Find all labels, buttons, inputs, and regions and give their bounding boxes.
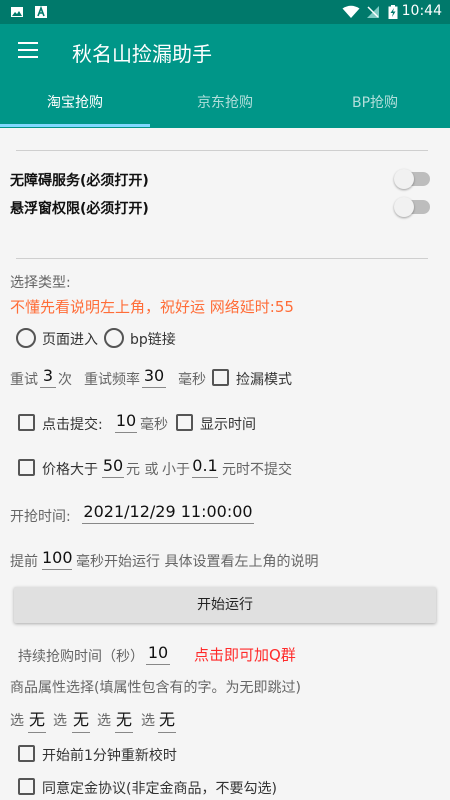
divider — [16, 150, 428, 151]
overlay-label: 悬浮窗权限(必须打开) — [10, 201, 149, 217]
duration-input[interactable]: 10 — [146, 643, 170, 665]
main-content: 无障碍服务(必须打开) 悬浮窗权限(必须打开) 选择类型: 不懂先看说明左上角，… — [0, 128, 450, 800]
retry-label: 重试 — [10, 372, 38, 388]
deposit-label: 同意定金协议(非定金商品，不要勾选) — [42, 781, 277, 797]
recalibrate-checkbox[interactable] — [18, 745, 35, 762]
menu-icon[interactable] — [18, 42, 38, 60]
price-min-input[interactable]: 50 — [102, 456, 124, 478]
accessibility-label: 无障碍服务(必须打开) — [10, 173, 149, 189]
qq-group-link[interactable]: 点击即可加Q群 — [194, 644, 296, 665]
divider — [16, 258, 428, 259]
status-bar: 10:44 — [0, 0, 450, 24]
retry-freq-input[interactable]: 30 — [142, 366, 166, 388]
tab-bar: 淘宝抢购 京东抢购 BP抢购 — [0, 80, 450, 128]
price-less-label: 小于 — [162, 462, 190, 478]
attribute-prefix: 选 — [141, 713, 155, 729]
app-title: 秋名山捡漏助手 — [72, 42, 212, 66]
deposit-checkbox[interactable] — [18, 778, 35, 795]
radio-page-entry[interactable] — [16, 328, 36, 348]
radio-page-entry-label: 页面进入 — [42, 332, 98, 348]
overlay-switch[interactable] — [394, 197, 430, 217]
price-label: 价格大于 — [42, 462, 98, 478]
duration-label: 持续抢购时间（秒） — [18, 649, 144, 665]
advance-label: 提前 — [10, 554, 38, 570]
leak-mode-label: 捡漏模式 — [236, 372, 292, 388]
image-notification-icon — [11, 7, 23, 17]
price-max-input[interactable]: 0.1 — [192, 456, 218, 478]
submit-delay-input[interactable]: 10 — [115, 411, 137, 433]
show-time-label: 显示时间 — [200, 417, 256, 433]
no-signal-icon — [367, 6, 379, 18]
attribute-prefix: 选 — [97, 713, 111, 729]
type-label: 选择类型: — [10, 275, 71, 291]
retry-count-input[interactable]: 3 — [40, 366, 56, 388]
wifi-icon — [342, 5, 360, 18]
tab-jd[interactable]: 京东抢购 — [150, 80, 300, 128]
submit-label: 点击提交: — [42, 417, 103, 433]
submit-checkbox[interactable] — [18, 414, 35, 431]
start-time-input[interactable]: 2021/12/29 11:00:00 — [82, 502, 254, 524]
retry-freq-label: 重试频率 — [84, 372, 140, 388]
radio-bp-link-label: bp链接 — [130, 332, 176, 348]
start-run-button[interactable]: 开始运行 — [14, 587, 436, 623]
app-bar: 秋名山捡漏助手 — [0, 24, 450, 80]
attribute-input-4[interactable]: 无 — [158, 706, 176, 733]
attribute-prefix: 选 — [10, 713, 24, 729]
radio-bp-link[interactable] — [104, 328, 124, 348]
retry-freq-unit: 毫秒 — [178, 372, 206, 388]
tab-bp[interactable]: BP抢购 — [300, 80, 450, 128]
show-time-checkbox[interactable] — [176, 414, 193, 431]
leak-mode-checkbox[interactable] — [212, 369, 229, 386]
advance-suffix: 毫秒开始运行 具体设置看左上角的说明 — [76, 554, 319, 570]
attribute-input-2[interactable]: 无 — [72, 706, 90, 733]
price-suffix: 元时不提交 — [222, 462, 292, 478]
clock: 10:44 — [401, 3, 442, 19]
price-or-text: 元 或 — [126, 462, 159, 478]
app-notification-icon — [35, 5, 47, 18]
battery-charging-icon — [388, 5, 398, 19]
warning-text: 不懂先看说明左上角，祝好运 网络延时:55 — [10, 298, 294, 316]
price-checkbox[interactable] — [18, 459, 35, 476]
attribute-input-1[interactable]: 无 — [28, 706, 46, 733]
recalibrate-label: 开始前1分钟重新校时 — [42, 748, 177, 764]
tab-taobao[interactable]: 淘宝抢购 — [0, 80, 150, 128]
start-time-label: 开抢时间: — [10, 509, 71, 525]
attributes-label: 商品属性选择(填属性包含有的字。为无即跳过) — [10, 680, 301, 696]
accessibility-switch[interactable] — [394, 169, 430, 189]
advance-input[interactable]: 100 — [42, 548, 73, 570]
retry-count-unit: 次 — [58, 372, 72, 388]
attribute-input-3[interactable]: 无 — [115, 706, 133, 733]
tab-indicator — [0, 124, 150, 127]
submit-unit: 毫秒 — [140, 417, 168, 433]
attribute-prefix: 选 — [53, 713, 67, 729]
